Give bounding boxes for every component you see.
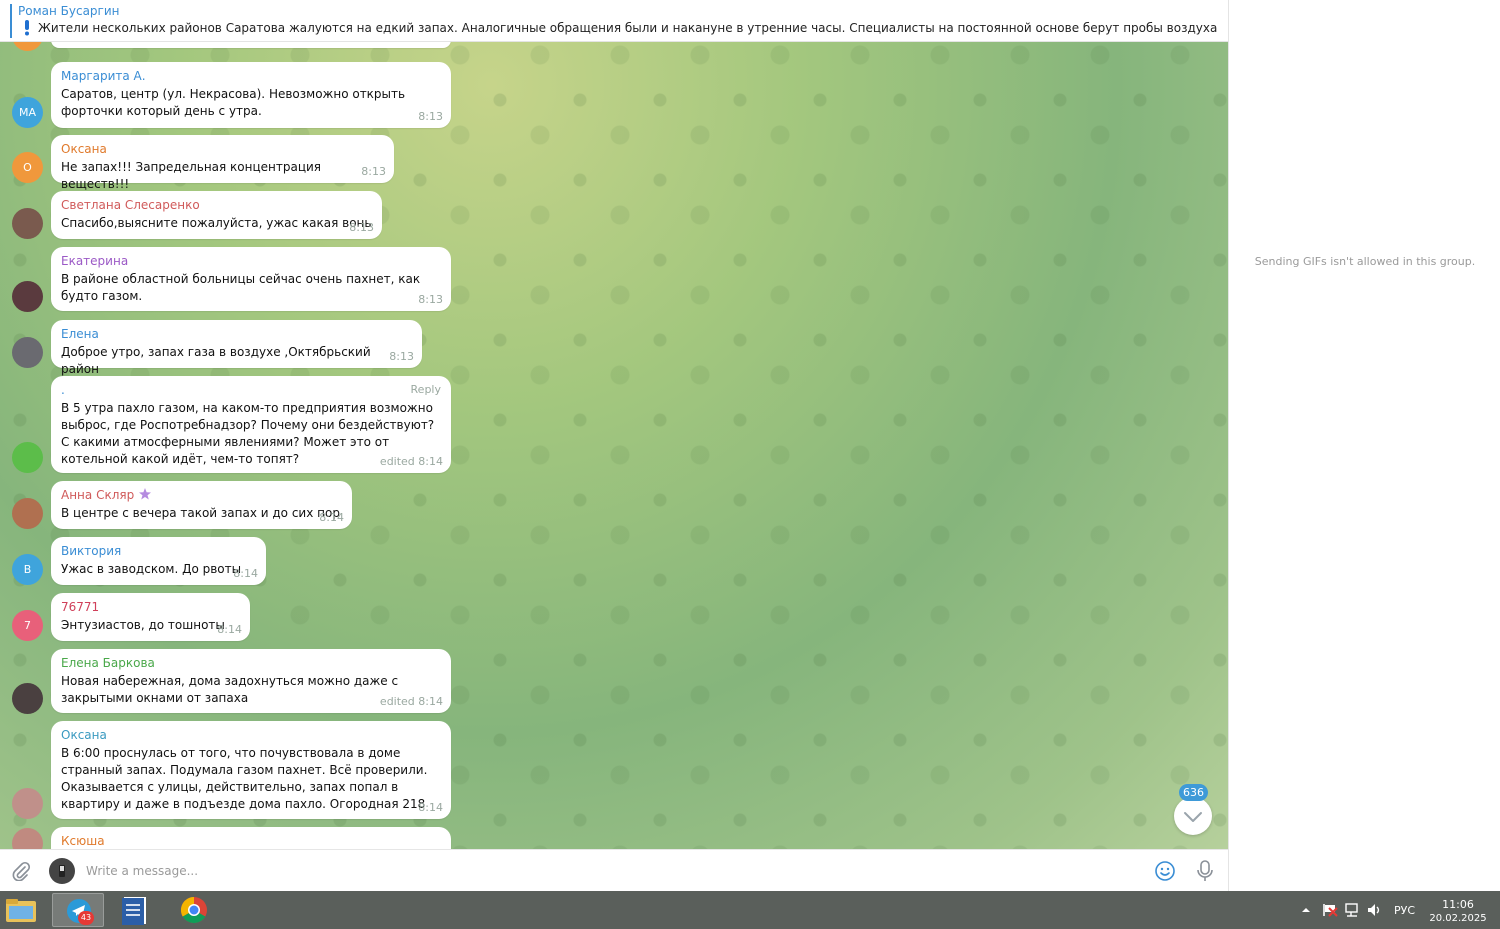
message-text: Ужас в заводском. До рвоты <box>61 562 242 576</box>
avatar[interactable] <box>12 281 43 312</box>
folder-icon <box>6 899 36 922</box>
message-bubble[interactable]: Анна Скляр В центре с вечера такой запах… <box>51 481 352 529</box>
message-bubble[interactable]: Елена Доброе утро, запах газа в воздухе … <box>51 320 422 376</box>
sender-name[interactable]: Елена <box>61 327 412 341</box>
taskbar <box>0 891 1500 929</box>
message-time: edited 8:14 <box>379 695 443 708</box>
sender-name[interactable]: Елена Баркова <box>61 656 441 670</box>
message-bubble[interactable]: . Reply В 5 утра пахло газом, на каком-т… <box>51 376 451 473</box>
message-text: В 6:00 проснулась от того, что почувство… <box>61 746 428 811</box>
pinned-message[interactable]: Роман Бусаргин Жители нескольких районов… <box>0 0 1228 42</box>
sender-name[interactable]: Анна Скляр <box>61 488 342 502</box>
sender-name[interactable]: 76771 <box>61 600 240 614</box>
message-bubble[interactable]: Маргарита А. Саратов, центр (ул. Некрасо… <box>51 62 451 128</box>
avatar[interactable] <box>12 683 43 714</box>
file-explorer-button[interactable] <box>0 893 52 927</box>
message-time: 8:14 <box>319 511 344 524</box>
message-time: 8:13 <box>349 221 374 234</box>
flag-icon[interactable] <box>1322 903 1338 917</box>
avatar[interactable]: В <box>12 554 43 585</box>
message-bubble[interactable]: Ксюша <box>51 827 451 849</box>
pinned-sender: Роман Бусаргин <box>18 4 120 18</box>
message-time: 8:13 <box>389 350 414 363</box>
message-bubble[interactable]: 76771 Энтузиастов, до тошноты 8:14 <box>51 593 250 641</box>
sender-name[interactable]: . <box>61 383 441 397</box>
message-time: 8:13 <box>418 110 443 123</box>
chrome-button[interactable] <box>168 893 220 927</box>
network-icon[interactable] <box>1345 903 1361 917</box>
message-text: Саратов, центр (ул. Некрасова). Невозмож… <box>61 87 406 118</box>
send-as-avatar[interactable] <box>49 858 75 884</box>
document-icon <box>122 897 146 925</box>
sender-name[interactable]: Светлана Слесаренко <box>61 198 372 212</box>
document-button[interactable] <box>112 893 164 927</box>
message-bubble[interactable]: Виктория Ужас в заводском. До рвоты 8:14 <box>51 537 266 585</box>
message-time: 8:13 <box>361 165 386 178</box>
sender-name[interactable]: Оксана <box>61 728 441 742</box>
message-text: Спасибо,выясните пожалуйста, ужас какая … <box>61 216 372 230</box>
user-icon <box>59 865 65 877</box>
sender-name[interactable]: Ксюша <box>61 834 441 848</box>
clock-time[interactable]: 11:06 <box>1428 898 1488 911</box>
sender-name[interactable]: Екатерина <box>61 254 441 268</box>
avatar[interactable] <box>12 498 43 529</box>
message-composer <box>0 849 1228 891</box>
right-panel: Sending GIFs isn't allowed in this group… <box>1228 0 1500 891</box>
language-indicator[interactable]: РУС <box>1394 904 1415 917</box>
telegram-unread-badge: 43 <box>78 911 94 925</box>
message-bubble[interactable]: Оксана Не запах!!! Запредельная концентр… <box>51 135 394 191</box>
sender-name[interactable]: Виктория <box>61 544 256 558</box>
message-bubble[interactable]: Оксана В 6:00 проснулась от того, что по… <box>51 721 451 819</box>
message-time: edited 8:14 <box>379 455 443 468</box>
message-text: Не запах!!! Запредельная концентрация ве… <box>61 160 322 191</box>
message-text: В центре с вечера такой запах и до сих п… <box>61 506 340 520</box>
emoji-icon[interactable] <box>1154 860 1176 882</box>
message-time: 8:14 <box>418 801 443 814</box>
telegram-window: Роман Бусаргин Жители нескольких районов… <box>0 0 1500 929</box>
sender-name[interactable]: Маргарита А. <box>61 69 441 83</box>
avatar[interactable]: 7 <box>12 610 43 641</box>
chevron-down-icon <box>1184 812 1202 822</box>
show-hidden-icons-icon[interactable] <box>1301 905 1311 915</box>
avatar[interactable]: МА <box>12 97 43 128</box>
chrome-icon <box>180 896 207 924</box>
chat-area: Роман Бусаргин Жители нескольких районов… <box>0 0 1228 849</box>
reply-button[interactable]: Reply <box>411 383 441 396</box>
message-input[interactable] <box>86 860 1126 882</box>
avatar[interactable] <box>12 208 43 239</box>
pinned-text: Жители нескольких районов Саратова жалую… <box>38 21 1218 35</box>
unread-count-badge: 636 <box>1179 784 1208 801</box>
avatar[interactable] <box>12 828 43 849</box>
message-bubble[interactable]: Светлана Слесаренко Спасибо,выясните пож… <box>51 191 382 239</box>
paperclip-icon[interactable] <box>11 861 31 881</box>
microphone-icon[interactable] <box>1196 859 1214 883</box>
sender-name-text: Анна Скляр <box>61 488 135 502</box>
gif-restriction-note: Sending GIFs isn't allowed in this group… <box>1254 255 1476 268</box>
avatar[interactable] <box>12 788 43 819</box>
pinned-bar <box>10 4 12 38</box>
scroll-to-bottom-button[interactable] <box>1174 797 1212 835</box>
message-text: Доброе утро, запах газа в воздухе ,Октяб… <box>61 345 371 376</box>
message-bubble[interactable]: Екатерина В районе областной больницы се… <box>51 247 451 311</box>
message-text: Энтузиастов, до тошноты <box>61 618 225 632</box>
message-bubble[interactable]: Елена Баркова Новая набережная, дома зад… <box>51 649 451 713</box>
clock-date[interactable]: 20.02.2025 <box>1422 913 1494 924</box>
avatar[interactable] <box>12 337 43 368</box>
avatar[interactable] <box>12 442 43 473</box>
message-time: 8:14 <box>233 567 258 580</box>
star-badge-icon <box>139 488 152 500</box>
message-time: 8:13 <box>418 293 443 306</box>
exclamation-icon <box>25 20 29 36</box>
message-text: В районе областной больницы сейчас очень… <box>61 272 421 303</box>
sender-name[interactable]: Оксана <box>61 142 384 156</box>
message-time: 8:14 <box>217 623 242 636</box>
telegram-taskbar-button[interactable] <box>52 893 104 927</box>
avatar[interactable]: О <box>12 152 43 183</box>
volume-icon[interactable] <box>1367 903 1383 917</box>
